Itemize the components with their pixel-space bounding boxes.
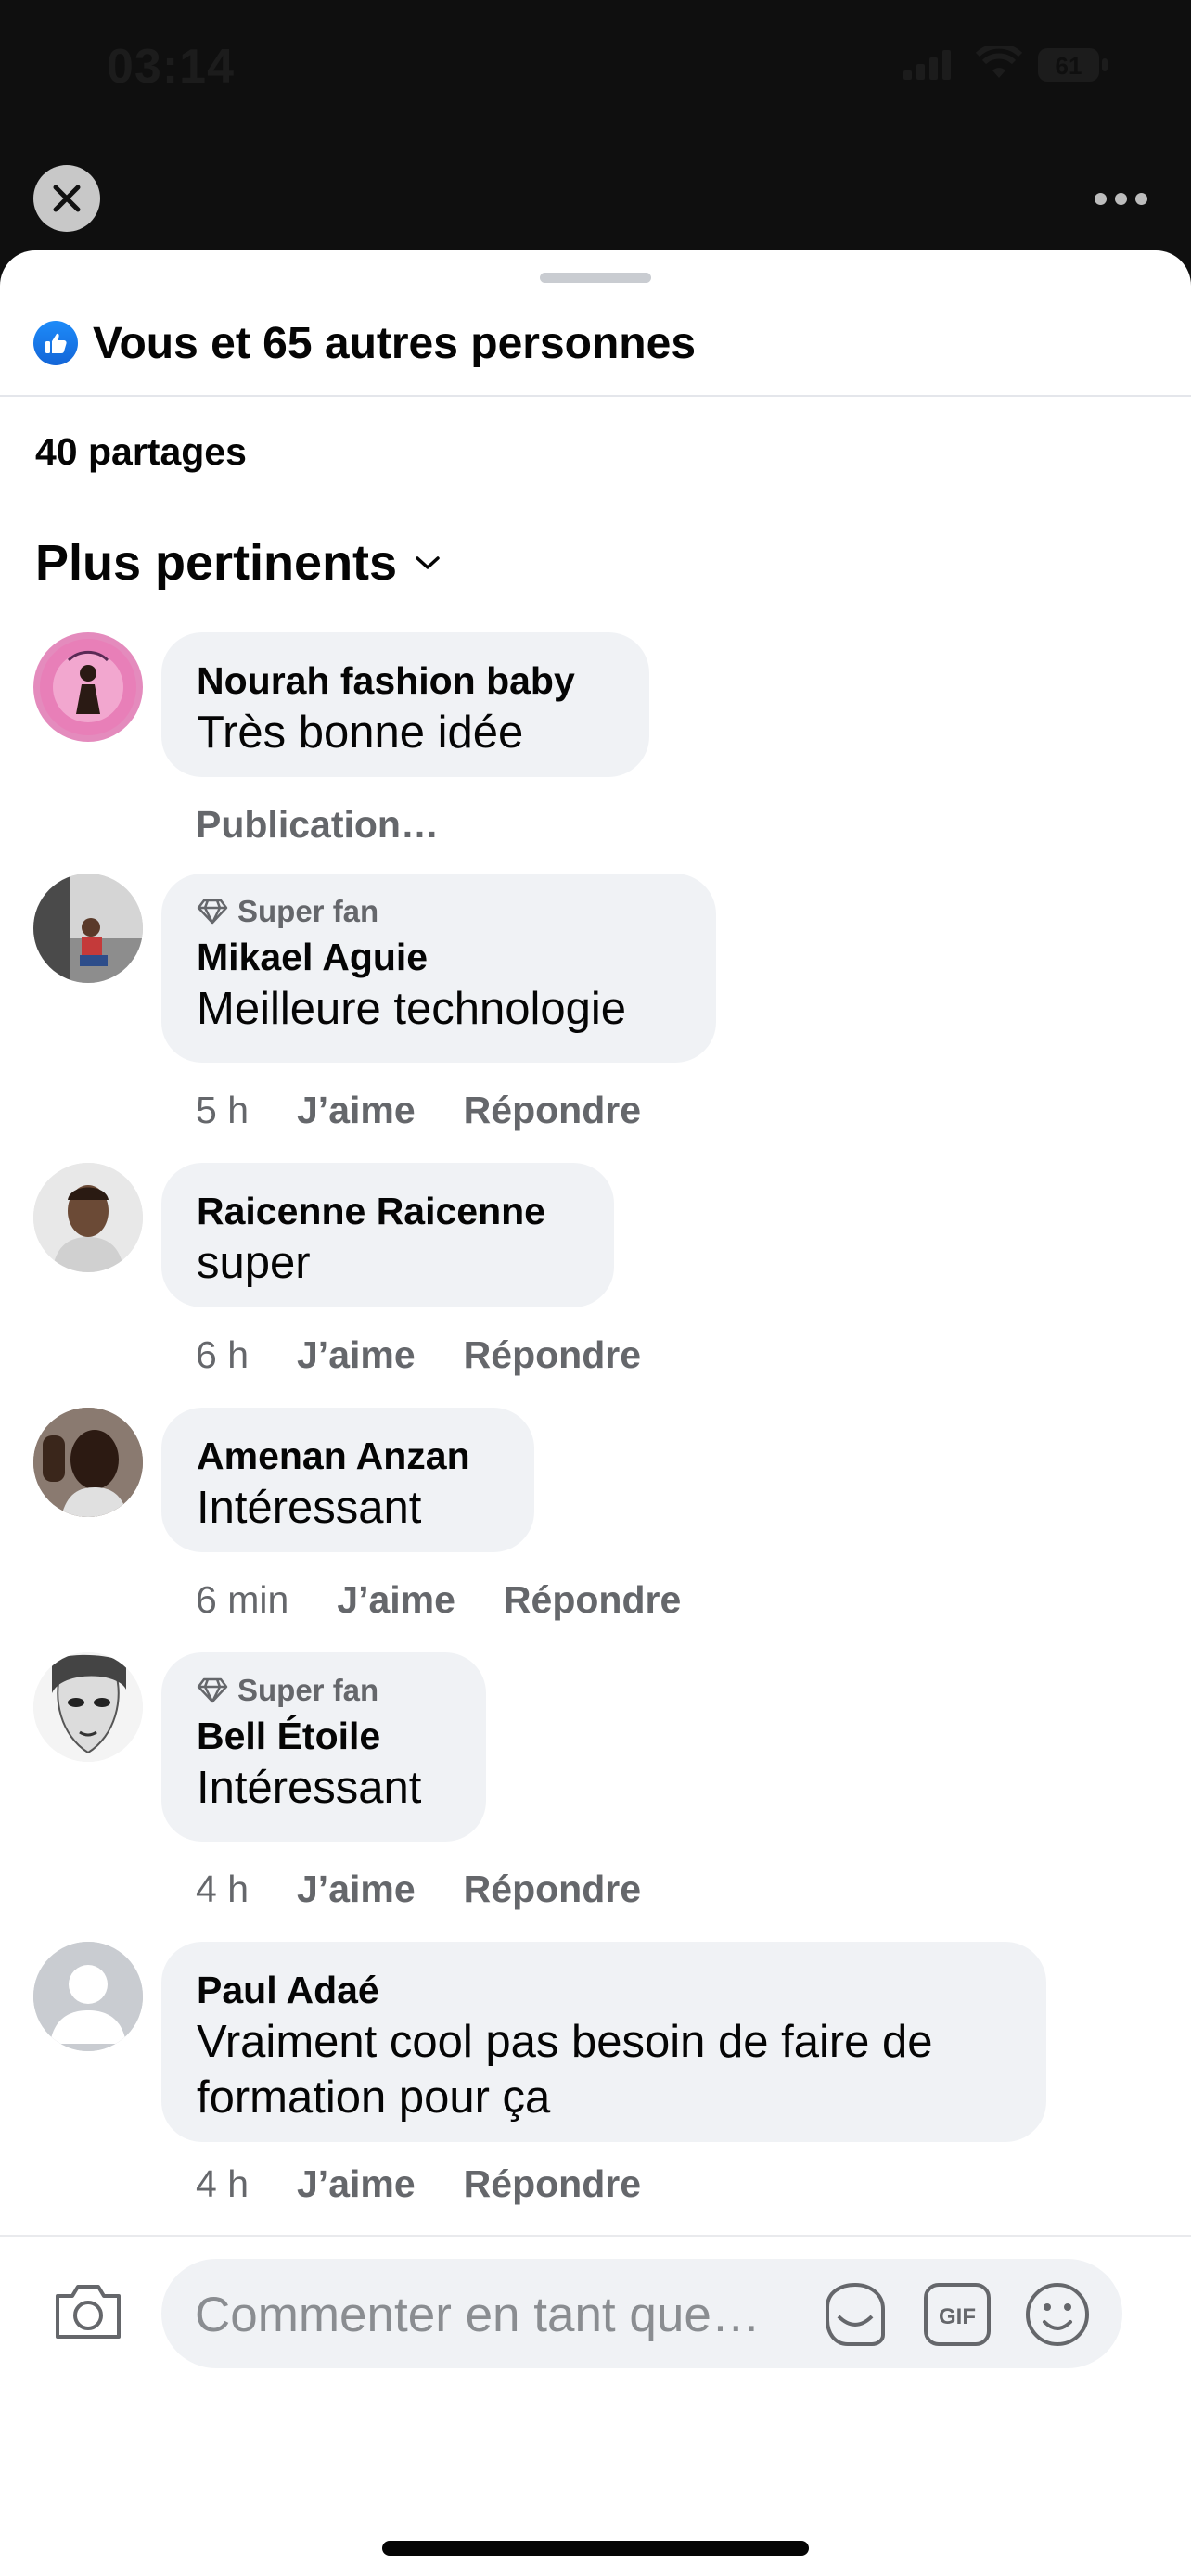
sticker-icon[interactable]: [820, 2279, 890, 2350]
like-button[interactable]: J’aime: [337, 1578, 455, 1622]
comment-time: 4 h: [196, 2162, 249, 2205]
comment-meta: Publication…: [196, 803, 439, 847]
sort-label: Plus pertinents: [35, 535, 398, 591]
close-icon: [53, 185, 81, 212]
comment-input-placeholder: Commenter en tant que…: [195, 2288, 761, 2342]
comment-meta: 4 h J’aime Répondre: [196, 1868, 641, 1911]
battery-level: 61: [1056, 52, 1082, 80]
avatar[interactable]: [33, 874, 143, 983]
more-options-button[interactable]: [1095, 185, 1159, 211]
comment-author[interactable]: Amenan Anzan: [197, 1432, 499, 1480]
reply-button[interactable]: Répondre: [504, 1578, 681, 1622]
avatar[interactable]: [33, 1408, 143, 1517]
emoji-icon[interactable]: [1022, 2279, 1093, 2350]
comment-meta: 6 h J’aime Répondre: [196, 1333, 641, 1377]
comment-meta: 6 min J’aime Répondre: [196, 1578, 681, 1622]
battery-icon: 61: [1037, 46, 1109, 88]
cellular-signal-icon: [903, 50, 951, 80]
default-avatar-icon: [33, 1942, 143, 2051]
comment-text: Meilleure technologie: [197, 984, 627, 1034]
comment-text: Très bonne idée: [197, 708, 524, 758]
comment-bubble[interactable]: Amenan Anzan Intéressant: [161, 1408, 534, 1552]
sort-dropdown[interactable]: Plus pertinents: [35, 534, 442, 592]
diamond-icon: [197, 899, 228, 925]
comment-meta: 5 h J’aime Répondre: [196, 1089, 641, 1132]
reply-button[interactable]: Répondre: [464, 1333, 641, 1377]
avatar[interactable]: [33, 1942, 143, 2051]
diamond-icon: [197, 1677, 228, 1703]
like-icon: [33, 321, 78, 365]
comment-author[interactable]: Raicenne Raicenne: [197, 1187, 579, 1235]
divider: [0, 395, 1191, 397]
comment-text: Intéressant: [197, 1763, 422, 1813]
status-time: 03:14: [107, 40, 235, 94]
svg-text:GIF: GIF: [939, 2304, 976, 2329]
more-icon-dot: [1115, 192, 1127, 205]
more-icon-dot: [1135, 192, 1147, 205]
wifi-icon: [976, 46, 1022, 78]
comment-time: 6 min: [196, 1578, 289, 1621]
sheet-grabber[interactable]: [540, 273, 651, 283]
comment-bubble[interactable]: Nourah fashion baby Très bonne idée: [161, 632, 649, 777]
comment-author[interactable]: Paul Adaé: [197, 1966, 1011, 2014]
comment-bubble[interactable]: Super fan Bell Étoile Intéressant: [161, 1652, 486, 1842]
gif-icon[interactable]: GIF: [922, 2279, 992, 2350]
comment-meta: 4 h J’aime Répondre: [196, 2162, 641, 2206]
super-fan-badge: Super fan: [197, 1673, 451, 1708]
comment-bubble[interactable]: Super fan Mikael Aguie Meilleure technol…: [161, 874, 716, 1063]
comment-text: Intéressant: [197, 1483, 422, 1533]
comment-time: 4 h: [196, 1868, 249, 1910]
comment-author[interactable]: Nourah fashion baby: [197, 657, 614, 705]
avatar[interactable]: [33, 1652, 143, 1762]
chevron-down-icon: [416, 556, 440, 569]
reactions-label: Vous et 65 autres personnes: [93, 318, 697, 368]
comment-text: super: [197, 1238, 311, 1288]
status-bar: 03:14 61: [0, 0, 1191, 139]
comment-author[interactable]: Bell Étoile: [197, 1712, 451, 1760]
comment-composer: Commenter en tant que… GIF: [0, 2235, 1191, 2422]
comment-bubble[interactable]: Raicenne Raicenne super: [161, 1163, 614, 1307]
reply-button[interactable]: Répondre: [464, 1868, 641, 1911]
shares-count[interactable]: 40 partages: [35, 430, 247, 474]
avatar[interactable]: [33, 632, 143, 742]
comment-input[interactable]: Commenter en tant que… GIF: [161, 2259, 1122, 2368]
badge-label: Super fan: [237, 894, 379, 928]
comments-sheet: Vous et 65 autres personnes 40 partages …: [0, 250, 1191, 2576]
close-button[interactable]: [33, 165, 100, 232]
badge-label: Super fan: [237, 1673, 379, 1707]
reply-button[interactable]: Répondre: [464, 1089, 641, 1132]
super-fan-badge: Super fan: [197, 894, 681, 929]
comment-time: 5 h: [196, 1089, 249, 1131]
avatar[interactable]: [33, 1163, 143, 1272]
comment-text-line: formation pour ça: [197, 2072, 551, 2123]
home-indicator: [382, 2541, 809, 2556]
camera-icon[interactable]: [52, 2279, 124, 2342]
comment-bubble[interactable]: Paul Adaé Vraiment cool pas besoin de fa…: [161, 1942, 1046, 2142]
comment-time: 6 h: [196, 1333, 249, 1376]
comment-text-line: Vraiment cool pas besoin de faire de: [197, 2017, 933, 2067]
more-icon-dot: [1095, 192, 1107, 205]
reactions-summary[interactable]: Vous et 65 autres personnes: [33, 315, 696, 371]
like-button[interactable]: J’aime: [297, 1333, 416, 1377]
like-button[interactable]: J’aime: [297, 2162, 416, 2206]
like-button[interactable]: J’aime: [297, 1868, 416, 1911]
comment-status: Publication…: [196, 803, 439, 846]
reply-button[interactable]: Répondre: [464, 2162, 641, 2206]
comment-author[interactable]: Mikael Aguie: [197, 933, 681, 981]
like-button[interactable]: J’aime: [297, 1089, 416, 1132]
